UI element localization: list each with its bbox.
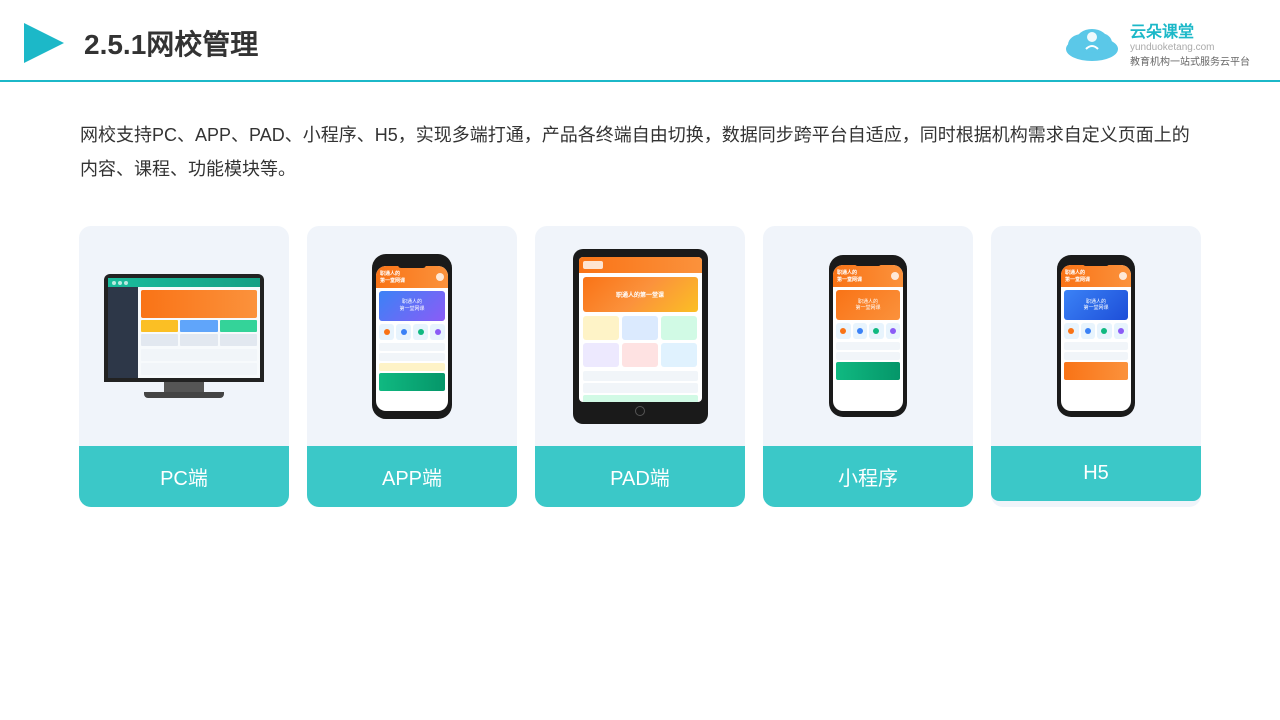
card-app: 职通人的第一堂网课 职通人的第一堂网课: [307, 226, 517, 507]
card-pad-image: 职通人的第一堂课: [535, 226, 745, 446]
logo-domain: yunduoketang.com: [1130, 42, 1215, 53]
page-title: 2.5.1网校管理: [84, 23, 258, 63]
description-text: 网校支持PC、APP、PAD、小程序、H5，实现多端打通，产品各终端自由切换，数…: [0, 82, 1280, 206]
logo-name: 云朵课堂: [1130, 18, 1194, 42]
pc-mockup: [104, 274, 264, 398]
header-left: 2.5.1网校管理: [20, 19, 258, 67]
h5-phone-mockup: 职通人的第一堂网课 职通人的第一堂网课: [1057, 255, 1135, 417]
card-app-image: 职通人的第一堂网课 职通人的第一堂网课: [307, 226, 517, 446]
card-pc-label: PC端: [79, 446, 289, 507]
card-pad-label: PAD端: [535, 446, 745, 507]
pad-tablet-mockup: 职通人的第一堂课: [573, 249, 708, 424]
logo-tagline: 教育机构一站式服务云平台: [1130, 53, 1250, 68]
card-pc: PC端: [79, 226, 289, 507]
card-h5-image: 职通人的第一堂网课 职通人的第一堂网课: [991, 226, 1201, 446]
header: 2.5.1网校管理 云朵课堂 yunduoketang.com 教育机构一站式服…: [0, 0, 1280, 82]
card-app-label: APP端: [307, 446, 517, 507]
card-miniapp-image: 职通人的第一堂网课 职通人的第一堂网课: [763, 226, 973, 446]
cloud-logo-icon: [1060, 23, 1124, 63]
play-icon: [20, 19, 68, 67]
card-pad: 职通人的第一堂课: [535, 226, 745, 507]
logo-area: 云朵课堂 yunduoketang.com 教育机构一站式服务云平台: [1060, 18, 1250, 68]
app-phone-mockup: 职通人的第一堂网课 职通人的第一堂网课: [372, 254, 452, 419]
card-miniapp: 职通人的第一堂网课 职通人的第一堂网课: [763, 226, 973, 507]
card-pc-image: [79, 226, 289, 446]
miniapp-phone-mockup: 职通人的第一堂网课 职通人的第一堂网课: [829, 255, 907, 417]
card-h5: 职通人的第一堂网课 职通人的第一堂网课: [991, 226, 1201, 507]
logo-text: 云朵课堂 yunduoketang.com 教育机构一站式服务云平台: [1130, 18, 1250, 68]
card-miniapp-label: 小程序: [763, 446, 973, 507]
card-h5-label: H5: [991, 446, 1201, 501]
cards-container: PC端 职通人的第一堂网课 职通人的第一堂网课: [0, 206, 1280, 527]
